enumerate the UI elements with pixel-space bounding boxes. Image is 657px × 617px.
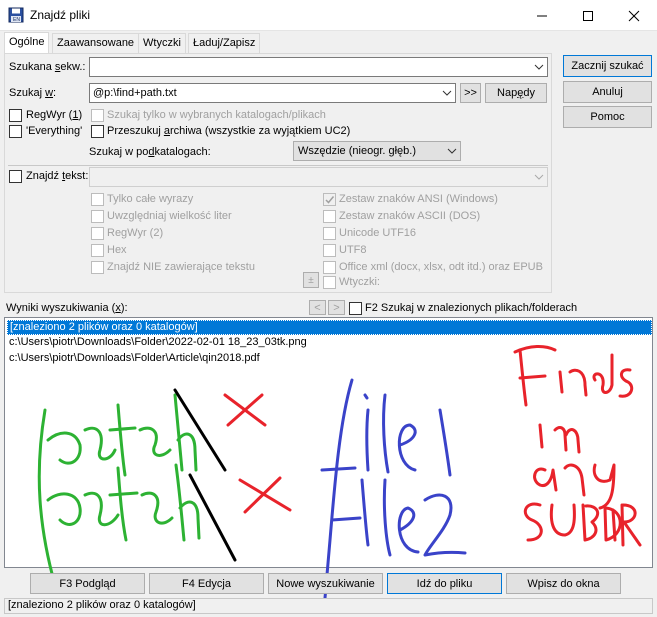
view-button[interactable]: F3 Podgląd <box>30 573 145 594</box>
new-search-button[interactable]: Nowe wyszukiwanie <box>268 573 383 594</box>
edit-button[interactable]: F4 Edycja <box>149 573 264 594</box>
handwritten-finds-text <box>513 345 642 547</box>
handwritten-match-text <box>37 393 201 587</box>
feed-to-listbox-button[interactable]: Wpisz do okna <box>506 573 621 594</box>
handwritten-annotations <box>37 345 642 600</box>
red-cross-marks <box>223 393 292 514</box>
go-to-file-button[interactable]: Idź do pliku <box>387 573 502 594</box>
handwritten-file-text <box>320 378 467 600</box>
status-bar: [znaleziono 2 plików oraz 0 katalogów] <box>4 598 653 614</box>
